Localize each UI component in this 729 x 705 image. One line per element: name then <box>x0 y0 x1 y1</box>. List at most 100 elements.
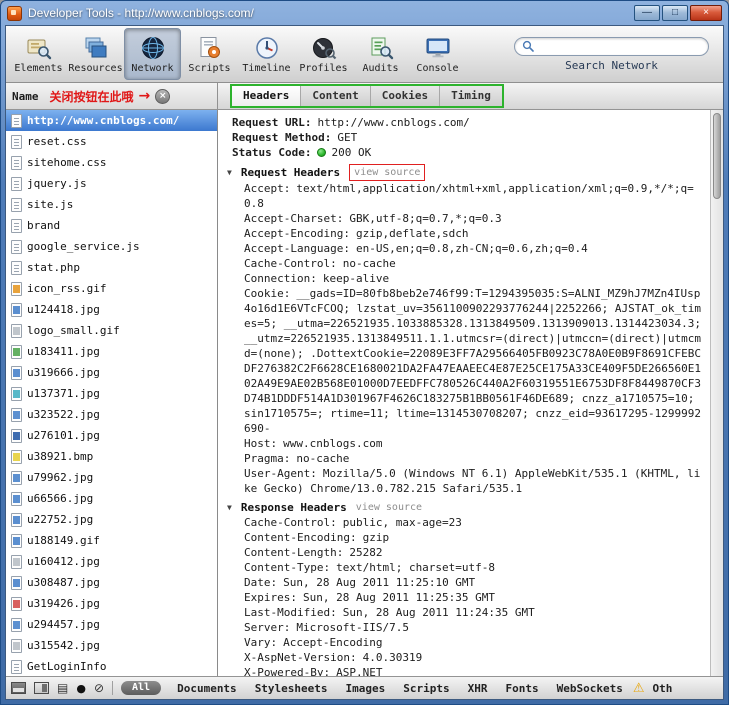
sidebar-close-icon[interactable]: × <box>155 88 171 104</box>
resource-item[interactable]: u160412.jpg <box>6 551 217 572</box>
file-icon <box>11 533 22 548</box>
resource-item[interactable]: u183411.jpg <box>6 341 217 362</box>
tab-content[interactable]: Content <box>301 86 371 106</box>
request-headers-list: Accept: text/html,application/xhtml+xml,a… <box>224 181 706 496</box>
dock-side-icon[interactable] <box>34 682 49 694</box>
clear-icon[interactable]: ⊘ <box>94 681 104 695</box>
resource-item[interactable]: u66566.jpg <box>6 488 217 509</box>
toolbar-label: Profiles <box>299 62 348 74</box>
header-line: Host: www.cnblogs.com <box>244 437 383 450</box>
toolbar-button-scripts[interactable]: Scripts <box>181 28 238 80</box>
filter-item-clipped[interactable]: Oth <box>653 682 673 695</box>
filter-item[interactable]: WebSockets <box>557 682 623 695</box>
minimize-button[interactable]: — <box>634 5 660 21</box>
header-line: Accept-Encoding: gzip,deflate,sdch <box>244 227 469 240</box>
request-summary: Request URL: http://www.cnblogs.com/ Requ… <box>224 115 706 160</box>
resource-item[interactable]: u79962.jpg <box>6 467 217 488</box>
resource-name: http://www.cnblogs.com/ <box>27 114 180 127</box>
header-line: Content-Encoding: gzip <box>244 531 390 544</box>
resource-item[interactable]: u38921.bmp <box>6 446 217 467</box>
file-icon <box>11 281 22 296</box>
maximize-button[interactable]: □ <box>662 5 688 21</box>
collapse-icon[interactable]: ▼ <box>227 500 232 515</box>
toolbar-button-console[interactable]: Console <box>409 28 466 80</box>
header-line: X-AspNet-Version: 4.0.30319 <box>244 651 423 664</box>
toolbar-button-resources[interactable]: Resources <box>67 28 124 80</box>
resource-item[interactable]: u137371.jpg <box>6 383 217 404</box>
resource-item[interactable]: jquery.js <box>6 173 217 194</box>
scrollbar-thumb[interactable] <box>713 113 721 199</box>
large-rows-icon[interactable]: ▤ <box>57 681 68 695</box>
console-toggle-icon[interactable] <box>11 682 26 694</box>
resource-name: u308487.jpg <box>27 576 100 589</box>
resource-item[interactable]: u319426.jpg <box>6 593 217 614</box>
tab-cookies[interactable]: Cookies <box>370 86 441 106</box>
toolbar-button-profiles[interactable]: Profiles <box>295 28 352 80</box>
resource-item[interactable]: u319666.jpg <box>6 362 217 383</box>
resource-item[interactable]: site.js <box>6 194 217 215</box>
file-icon <box>11 659 22 674</box>
resource-item[interactable]: u308487.jpg <box>6 572 217 593</box>
resource-item[interactable]: sitehome.css <box>6 152 217 173</box>
filter-all[interactable]: All <box>121 681 162 695</box>
toolbar-label: Scripts <box>188 62 231 74</box>
summary-line: Request URL: http://www.cnblogs.com/ <box>232 116 470 129</box>
resource-item[interactable]: icon_rss.gif <box>6 278 217 299</box>
resource-name: site.js <box>27 198 74 211</box>
file-icon <box>11 596 22 611</box>
resource-name: reset.css <box>27 135 87 148</box>
file-icon <box>11 260 22 275</box>
file-icon <box>11 407 22 422</box>
resource-item[interactable]: u276101.jpg <box>6 425 217 446</box>
resource-name: google_service.js <box>27 240 140 253</box>
resource-item[interactable]: u323522.jpg <box>6 404 217 425</box>
resource-item[interactable]: reset.css <box>6 131 217 152</box>
filter-list: Documents Stylesheets Images Scripts XHR… <box>177 682 623 695</box>
filter-item[interactable]: Fonts <box>506 682 539 695</box>
resource-item[interactable]: http://www.cnblogs.com/ <box>6 110 217 131</box>
search-box[interactable] <box>514 36 709 56</box>
resource-item[interactable]: u22752.jpg <box>6 509 217 530</box>
tab-headers[interactable]: Headers <box>232 86 302 106</box>
toolbar-button-elements[interactable]: Elements <box>10 28 67 80</box>
app-icon <box>7 5 22 21</box>
resource-item[interactable]: google_service.js <box>6 236 217 257</box>
search-label: Search Network <box>565 58 658 72</box>
resource-name: u294457.jpg <box>27 618 100 631</box>
toolbar-button-network[interactable]: Network <box>124 28 181 80</box>
toolbar-button-timeline[interactable]: Timeline <box>238 28 295 80</box>
section-title: Response Headers <box>240 501 347 514</box>
file-icon <box>11 386 22 401</box>
header-line: Pragma: no-cache <box>244 452 350 465</box>
view-source-link[interactable]: view source <box>349 164 426 181</box>
vertical-scrollbar[interactable] <box>710 110 723 676</box>
record-icon[interactable]: ● <box>76 682 86 695</box>
resource-item[interactable]: u315542.jpg <box>6 635 217 656</box>
file-icon <box>11 113 22 128</box>
toolbar-button-audits[interactable]: Audits <box>352 28 409 80</box>
header-line: Accept-Language: en-US,en;q=0.8,zh-CN;q=0… <box>244 242 588 255</box>
tab-timing[interactable]: Timing <box>440 86 502 106</box>
resource-item[interactable]: u188149.gif <box>6 530 217 551</box>
file-icon <box>11 554 22 569</box>
file-icon <box>11 617 22 632</box>
filter-item[interactable]: Stylesheets <box>255 682 328 695</box>
resource-item[interactable]: brand <box>6 215 217 236</box>
headers-panel: Request URL: http://www.cnblogs.com/ Requ… <box>218 110 710 676</box>
resource-item[interactable]: u124418.jpg <box>6 299 217 320</box>
filter-item[interactable]: Scripts <box>403 682 449 695</box>
search-input[interactable] <box>538 39 701 53</box>
resource-name: sitehome.css <box>27 156 107 169</box>
resource-item[interactable]: stat.php <box>6 257 217 278</box>
close-button[interactable]: × <box>690 5 722 21</box>
filter-item[interactable]: Images <box>346 682 386 695</box>
collapse-icon[interactable]: ▼ <box>227 165 232 180</box>
view-source-link[interactable]: view source <box>356 500 422 515</box>
resource-item[interactable]: GetLoginInfo <box>6 656 217 676</box>
search-area: Search Network <box>514 36 719 72</box>
resource-item[interactable]: logo_small.gif <box>6 320 217 341</box>
filter-item[interactable]: XHR <box>468 682 488 695</box>
window-title: Developer Tools - http://www.cnblogs.com… <box>28 6 254 20</box>
resource-item[interactable]: u294457.jpg <box>6 614 217 635</box>
filter-item[interactable]: Documents <box>177 682 237 695</box>
